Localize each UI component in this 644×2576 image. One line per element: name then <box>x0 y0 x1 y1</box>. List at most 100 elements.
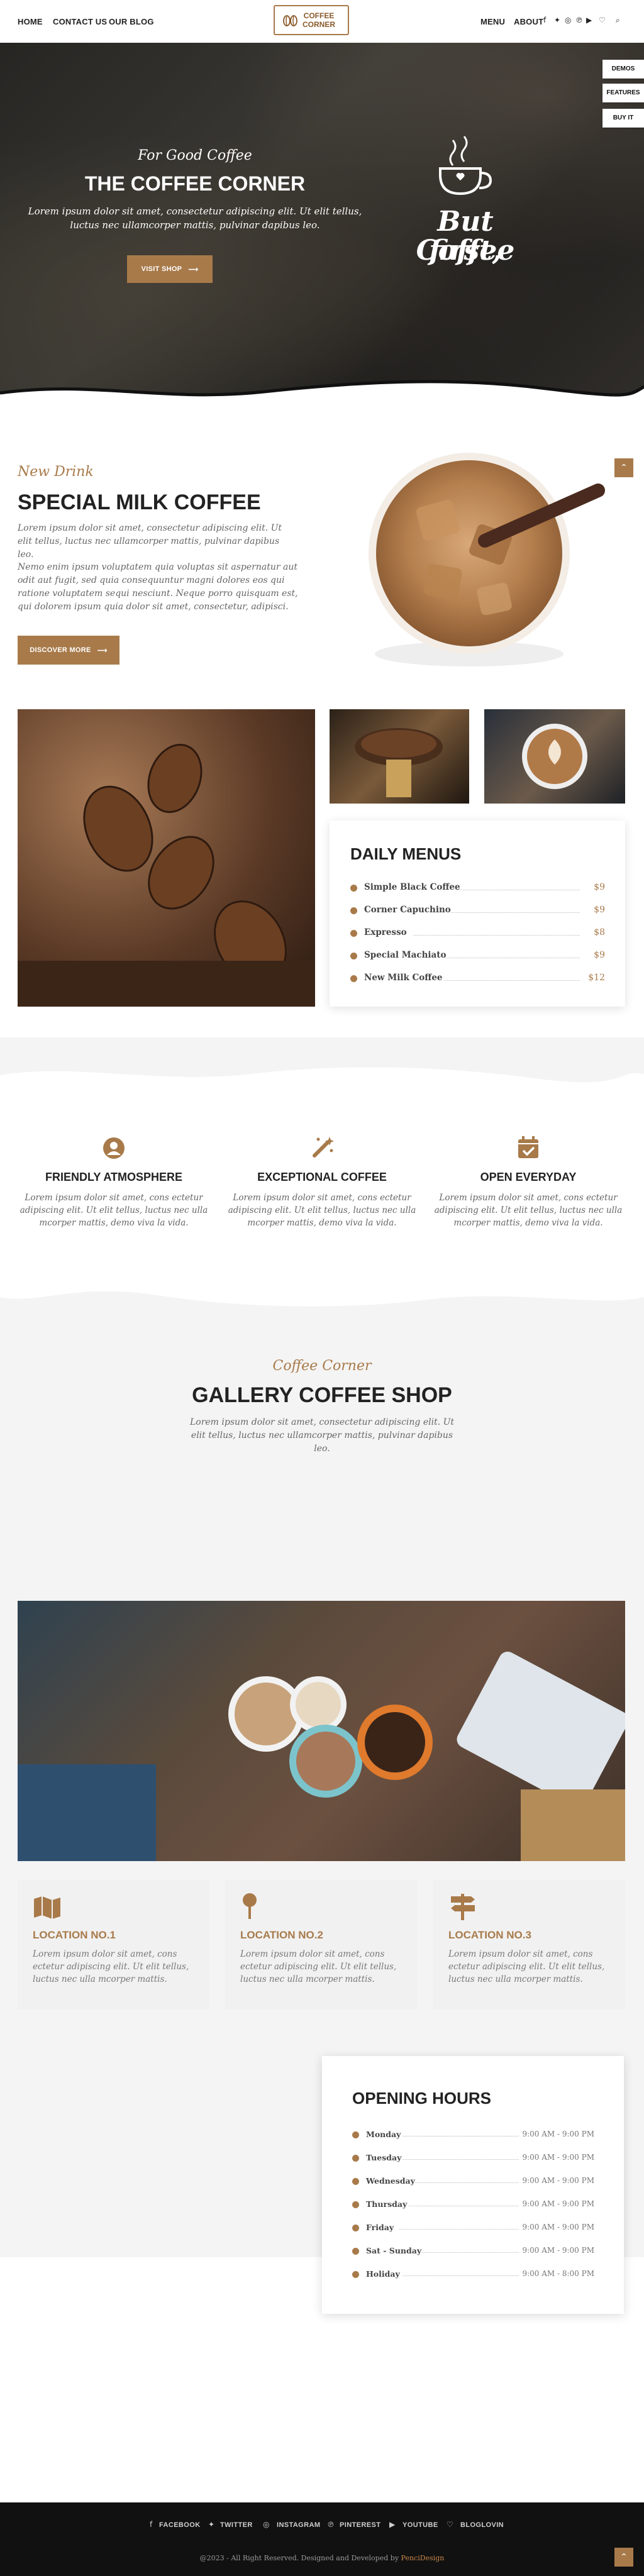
coffee-cup-badge-icon <box>439 136 492 196</box>
clock-dot-icon <box>352 2201 359 2208</box>
user-circle-icon <box>103 1137 125 1159</box>
feature-friendly: FRIENDLY ATMOSPHERE Lorem ipsum dolor si… <box>19 1171 208 1229</box>
visit-shop-button[interactable]: VISIT SHOP ⟶ <box>127 255 213 283</box>
map-pin-icon <box>243 1893 257 1919</box>
location-text: Lorem ipsum dolor sit amet, cons ectetur… <box>448 1949 605 1984</box>
coffee-beans-image <box>18 709 315 1007</box>
menu-item[interactable]: Special Machiato $9 <box>350 950 605 963</box>
features-top-wave <box>0 1067 644 1088</box>
nav-contact-link[interactable]: CONTACT US <box>53 17 107 26</box>
special-paragraph-2: Nemo enim ipsum voluptatem quia voluptas… <box>18 562 298 612</box>
logo-line-2: CORNER <box>302 20 335 29</box>
arrow-right-icon: ⟶ <box>188 265 199 274</box>
coffee-cheers-image <box>18 1601 625 1861</box>
latte-art-image <box>484 709 625 804</box>
coffee-bean-icon <box>350 975 357 982</box>
gallery-text: Lorem ipsum dolor sit amet, consectetur … <box>189 1417 455 1454</box>
clock-dot-icon <box>352 2225 359 2231</box>
menu-item[interactable]: Simple Black Coffee $9 <box>350 882 605 895</box>
hours-row: Monday 9:00 AM - 9:00 PM <box>352 2130 594 2142</box>
location-title: LOCATION NO.1 <box>33 1929 116 1941</box>
footer-twitter-link[interactable]: TWITTER <box>220 2521 253 2529</box>
youtube-icon: ▶ <box>389 2520 396 2529</box>
features-side-button[interactable]: FEATURES <box>602 84 644 102</box>
discover-more-button[interactable]: DISCOVER MORE ⟶ <box>18 636 119 665</box>
clock-dot-icon <box>352 2155 359 2162</box>
features-bottom-wave <box>0 1286 644 1307</box>
site-footer: f FACEBOOK ✦ TWITTER ◎ INSTAGRAM ℗ PINTE… <box>0 2502 644 2576</box>
gallery-kicker: Coffee Corner <box>272 1358 372 1374</box>
footer-facebook-link[interactable]: FACEBOOK <box>159 2521 201 2529</box>
buy-it-side-button[interactable]: BUY IT <box>602 109 644 128</box>
menu-item[interactable]: Expresso $8 <box>350 927 605 940</box>
clock-dot-icon <box>352 2271 359 2278</box>
feature-title: OPEN EVERYDAY <box>480 1171 577 1183</box>
twitter-icon: ✦ <box>208 2520 215 2529</box>
coffee-scoop-image <box>330 709 469 804</box>
nav-home-link[interactable]: HOME <box>18 17 43 26</box>
youtube-icon[interactable]: ▶ <box>586 16 592 25</box>
footer-bloglovin-link[interactable]: BLOGLOVIN <box>460 2521 504 2529</box>
special-paragraph-1: Lorem ipsum dolor sit amet, consectetur … <box>18 523 282 560</box>
feature-open-everyday: OPEN EVERYDAY Lorem ipsum dolor sit amet… <box>434 1171 623 1229</box>
magic-wand-icon <box>313 1137 334 1158</box>
feature-text: Lorem ipsum dolor sit amet, cons ectetur… <box>228 1193 416 1228</box>
badge-line-2: Coffee <box>416 235 515 267</box>
facebook-icon: f <box>150 2520 153 2529</box>
hero-bottom-wave <box>0 380 644 412</box>
coffee-bean-icon <box>350 885 357 892</box>
hours-row: Tuesday 9:00 AM - 9:00 PM <box>352 2153 594 2165</box>
hero-title: THE COFFEE CORNER <box>84 172 306 195</box>
iced-coffee-image <box>350 446 626 710</box>
coffee-bean-icon <box>350 953 357 959</box>
hours-row: Sat - Sunday 9:00 AM - 9:00 PM <box>352 2246 594 2258</box>
special-kicker: New Drink <box>18 464 94 480</box>
feature-title: EXCEPTIONAL COFFEE <box>257 1171 387 1183</box>
hours-row: Wednesday 9:00 AM - 9:00 PM <box>352 2176 594 2189</box>
nav-about-link[interactable]: ABOUT <box>514 17 543 26</box>
facebook-icon[interactable]: f <box>543 16 546 25</box>
location-title: LOCATION NO.2 <box>240 1929 323 1941</box>
feature-title: FRIENDLY ATMOSPHERE <box>45 1171 183 1183</box>
signpost-icon <box>451 1894 475 1920</box>
scroll-top-button[interactable]: ⌃ <box>614 2548 633 2567</box>
instagram-icon: ◎ <box>263 2520 270 2529</box>
site-logo[interactable]: COFFEE CORNER <box>274 5 349 35</box>
pinterest-icon: ℗ <box>327 2520 335 2529</box>
location-card-1: LOCATION NO.1 Lorem ipsum dolor sit amet… <box>18 1880 209 2009</box>
twitter-icon[interactable]: ✦ <box>554 16 560 25</box>
bloglovin-icon: ♡ <box>447 2520 453 2529</box>
footer-credit-link[interactable]: PenciDesign <box>401 2554 445 2562</box>
clock-dot-icon <box>352 2178 359 2185</box>
search-icon[interactable]: ⌕ <box>616 16 620 25</box>
bloglovin-icon[interactable]: ♡ <box>599 16 606 25</box>
nav-menu-link[interactable]: MENU <box>480 17 505 26</box>
hours-row: Holiday 9:00 AM - 8:00 PM <box>352 2269 594 2282</box>
nav-blog-link[interactable]: OUR BLOG <box>109 17 154 26</box>
location-card-2: LOCATION NO.2 Lorem ipsum dolor sit amet… <box>225 1880 417 2009</box>
menu-item[interactable]: New Milk Coffee $12 <box>350 973 605 985</box>
footer-youtube-link[interactable]: YOUTUBE <box>402 2521 438 2529</box>
hero-text: Lorem ipsum dolor sit amet, consectetur … <box>28 206 362 231</box>
hours-row: Friday 9:00 AM - 9:00 PM <box>352 2223 594 2235</box>
opening-hours-title: OPENING HOURS <box>352 2089 492 2108</box>
map-icon <box>34 1896 60 1919</box>
site-header: HOME CONTACT US OUR BLOG MENU ABOUT COFF… <box>0 0 644 43</box>
gallery-title: GALLERY COFFEE SHOP <box>192 1383 452 1407</box>
clock-dot-icon <box>352 2248 359 2255</box>
hours-row: Thursday 9:00 AM - 9:00 PM <box>352 2199 594 2212</box>
logo-line-1: COFFEE <box>303 11 335 20</box>
feature-text: Lorem ipsum dolor sit amet, cons ectetur… <box>19 1193 208 1228</box>
menu-item[interactable]: Corner Capuchino $9 <box>350 905 605 917</box>
clock-dot-icon <box>352 2131 359 2138</box>
footer-instagram-link[interactable]: INSTAGRAM <box>277 2521 320 2529</box>
demos-side-button[interactable]: DEMOS <box>602 60 644 79</box>
pinterest-icon[interactable]: ℗ <box>575 16 583 25</box>
footer-copyright: @2023 - All Right Reserved. Designed and… <box>199 2554 445 2562</box>
coffee-bean-icon <box>350 907 357 914</box>
footer-pinterest-link[interactable]: PINTEREST <box>340 2521 380 2529</box>
instagram-icon[interactable]: ◎ <box>565 16 571 25</box>
feature-text: Lorem ipsum dolor sit amet, cons ectetur… <box>434 1193 623 1228</box>
calendar-check-icon <box>518 1136 538 1158</box>
feature-exceptional: EXCEPTIONAL COFFEE Lorem ipsum dolor sit… <box>228 1171 416 1229</box>
